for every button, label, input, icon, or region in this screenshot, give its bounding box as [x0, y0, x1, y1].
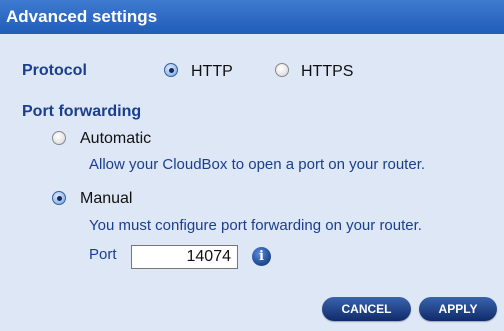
protocol-label: Protocol — [22, 62, 87, 79]
http-radio[interactable] — [164, 63, 178, 77]
manual-label[interactable]: Manual — [80, 190, 132, 208]
http-label[interactable]: HTTP — [191, 63, 233, 81]
panel-header: Advanced settings — [0, 0, 504, 34]
automatic-label[interactable]: Automatic — [80, 130, 151, 148]
port-input[interactable] — [131, 245, 238, 269]
cancel-button[interactable]: CANCEL — [322, 297, 411, 321]
port-forwarding-label: Port forwarding — [22, 103, 142, 120]
https-radio[interactable] — [275, 63, 289, 77]
info-icon[interactable]: i — [252, 247, 271, 266]
manual-description: You must configure port forwarding on yo… — [89, 217, 422, 234]
port-label: Port — [89, 246, 117, 263]
automatic-radio[interactable] — [52, 131, 66, 145]
automatic-description: Allow your CloudBox to open a port on yo… — [89, 156, 426, 173]
manual-radio[interactable] — [52, 191, 66, 205]
https-label[interactable]: HTTPS — [301, 63, 353, 81]
panel-title: Advanced settings — [6, 7, 158, 26]
apply-button[interactable]: APPLY — [419, 297, 497, 321]
